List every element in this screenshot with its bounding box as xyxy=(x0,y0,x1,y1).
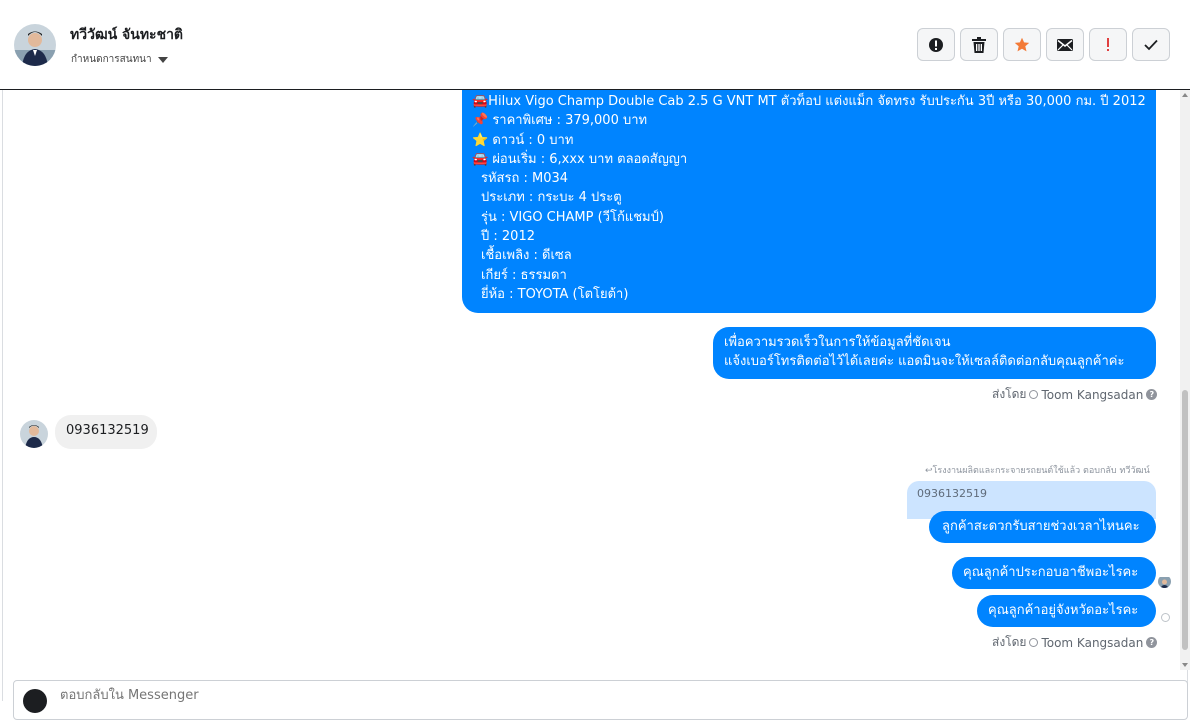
reply-input[interactable] xyxy=(58,687,662,704)
listing-type: ประเภท : กระบะ 4 ประตู xyxy=(481,190,622,206)
sent-by-name: Toom Kangsadan xyxy=(1041,387,1144,402)
mark-unread-button[interactable] xyxy=(1046,28,1084,61)
conversation-header: ทวีวัฒน์ จันทะชาติ กำหนดการสนทนา xyxy=(0,0,1190,90)
listing-brand: ยี่ห้อ : TOYOTA (โตโยต้า) xyxy=(481,286,629,302)
listing-price: 📌 ราคาพิเศษ : 379,000 บาท xyxy=(472,113,648,129)
circle-icon xyxy=(1029,390,1039,399)
message-list[interactable]: 🚘Hilux Vigo Champ Double Cab 2.5 G VNT M… xyxy=(0,90,1190,670)
request-line-1: เพื่อความรวดเร็วในการให้ข้อมูลที่ชัดเจน xyxy=(724,335,951,350)
caret-down-icon xyxy=(157,56,168,63)
sent-by-info-2: ส่งโดย Toom Kangsadan ? xyxy=(992,633,1158,652)
reply-occupation-text: คุณลูกค้าประกอบอาชีพอะไรคะ xyxy=(963,565,1139,580)
request-phone-message[interactable]: เพื่อความรวดเร็วในการให้ข้อมูลที่ชัดเจน … xyxy=(713,327,1156,379)
sent-by-name-2: Toom Kangsadan xyxy=(1041,635,1144,650)
assign-label: กำหนดการสนทนา xyxy=(71,54,152,65)
scroll-down-icon[interactable] xyxy=(1182,663,1188,667)
quoted-text: 0936132519 xyxy=(917,487,987,500)
check-icon xyxy=(1144,39,1158,50)
sent-by-label: ส่งโดย xyxy=(992,387,1027,401)
listing-message[interactable]: 🚘Hilux Vigo Champ Double Cab 2.5 G VNT M… xyxy=(462,90,1156,313)
sent-status-icon xyxy=(1161,613,1170,622)
follow-up-button[interactable] xyxy=(1089,28,1127,61)
reply-call-time-text: ลูกค้าสะดวกรับสายช่วงเวลาไหนคะ xyxy=(942,519,1140,534)
envelope-icon xyxy=(1057,38,1073,51)
contact-avatar[interactable] xyxy=(14,24,56,66)
listing-model: รุ่น : VIGO CHAMP (วีโก้แชมป์) xyxy=(481,209,664,225)
sent-by-label-2: ส่งโดย xyxy=(992,635,1027,649)
reply-occupation-message[interactable]: คุณลูกค้าประกอบอาชีพอะไรคะ xyxy=(952,557,1156,589)
reply-province-text: คุณลูกค้าอยู่จังหวัดอะไรคะ xyxy=(988,603,1139,618)
sent-by-info: ส่งโดย Toom Kangsadan ? xyxy=(992,385,1158,404)
alert-circle-icon xyxy=(929,37,943,52)
trash-icon xyxy=(972,36,986,53)
listing-year: ปี : 2012 xyxy=(481,229,535,245)
listing-installment: 🚘 ผ่อนเริ่ม : 6,xxx บาท ตลอดสัญญา xyxy=(472,151,688,167)
reply-composer[interactable] xyxy=(13,680,1188,720)
listing-fuel: เชื้อเพลิง : ดีเซล xyxy=(481,248,572,264)
circle-icon xyxy=(1029,638,1039,647)
listing-title: 🚘Hilux Vigo Champ Double Cab 2.5 G VNT M… xyxy=(472,94,1146,109)
listing-gear: เกียร์ : ธรรมดา xyxy=(481,267,567,283)
customer-phone-message[interactable]: 0936132519 xyxy=(55,415,157,449)
help-icon[interactable]: ? xyxy=(1146,389,1158,400)
help-icon[interactable]: ? xyxy=(1146,637,1158,648)
contact-name: ทวีวัฒน์ จันทะชาติ xyxy=(70,27,184,43)
listing-code: รหัสรถ : M034 xyxy=(481,171,569,187)
scrollbar-thumb[interactable] xyxy=(1182,390,1188,650)
mark-done-button[interactable] xyxy=(1132,28,1170,61)
customer-avatar[interactable] xyxy=(20,420,48,448)
listing-down: ⭐ ดาวน์ : 0 บาท xyxy=(472,132,574,148)
customer-phone-text: 0936132519 xyxy=(66,423,149,438)
star-button[interactable] xyxy=(1003,28,1041,61)
report-spam-button[interactable] xyxy=(917,28,955,61)
conversation-toolbar xyxy=(917,28,1170,61)
seen-avatar xyxy=(1158,575,1171,588)
scroll-up-icon[interactable] xyxy=(1182,93,1188,97)
star-icon xyxy=(1014,37,1030,51)
exclamation-icon xyxy=(1107,37,1109,51)
reply-meta: ↩โรงงานผลิตและกระจายรถยนต์ใช้แล้ว ตอบกลั… xyxy=(925,466,1150,476)
messenger-icon xyxy=(23,689,47,713)
request-line-2: แจ้งเบอร์โทรติดต่อไว้ได้เลยค่ะ แอดมินจะใ… xyxy=(724,354,1125,370)
scrollbar[interactable] xyxy=(1180,90,1190,670)
delete-button[interactable] xyxy=(960,28,998,61)
reply-call-time-message[interactable]: ลูกค้าสะดวกรับสายช่วงเวลาไหนคะ xyxy=(929,511,1156,543)
assign-conversation-dropdown[interactable]: กำหนดการสนทนา xyxy=(71,52,168,67)
reply-province-message[interactable]: คุณลูกค้าอยู่จังหวัดอะไรคะ xyxy=(977,595,1156,627)
